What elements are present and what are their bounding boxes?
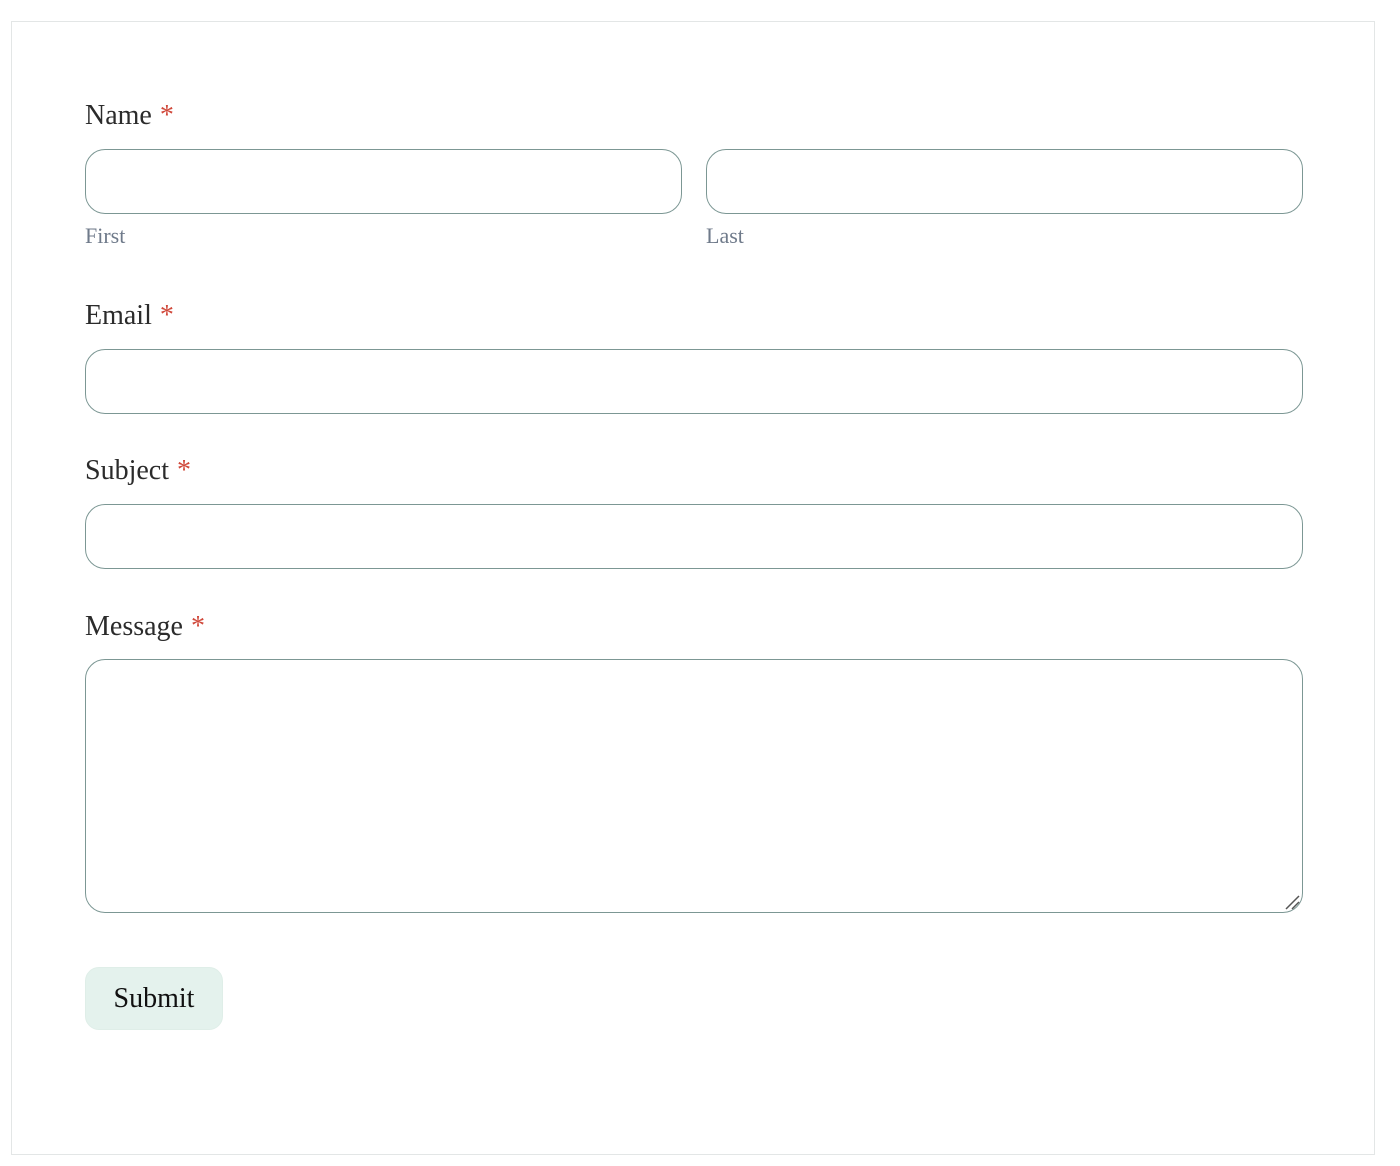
name-label-text: Name xyxy=(85,100,152,131)
message-label: Message * xyxy=(85,611,205,643)
email-required-marker: * xyxy=(159,300,174,331)
resize-handle-icon[interactable] xyxy=(1284,894,1300,910)
email-label: Email * xyxy=(85,300,174,332)
message-label-text: Message xyxy=(85,611,183,642)
subject-input[interactable] xyxy=(85,504,1303,569)
subject-label-text: Subject xyxy=(85,455,169,486)
last-name-sublabel: Last xyxy=(706,223,744,248)
message-required-marker: * xyxy=(190,611,205,642)
first-name-sublabel: First xyxy=(85,223,126,248)
name-label: Name * xyxy=(85,100,174,132)
contact-form: Name * First Last Email * Subject * Message… xyxy=(11,21,1375,1155)
subject-required-marker: * xyxy=(177,455,191,486)
first-name-input[interactable] xyxy=(85,149,682,214)
email-label-text: Email xyxy=(85,300,152,331)
subject-label: Subject * xyxy=(85,455,191,487)
email-input[interactable] xyxy=(85,349,1303,414)
message-textarea[interactable] xyxy=(85,659,1303,913)
name-required-marker: * xyxy=(159,100,174,131)
submit-button[interactable]: Submit xyxy=(85,967,223,1030)
last-name-input[interactable] xyxy=(706,149,1303,214)
